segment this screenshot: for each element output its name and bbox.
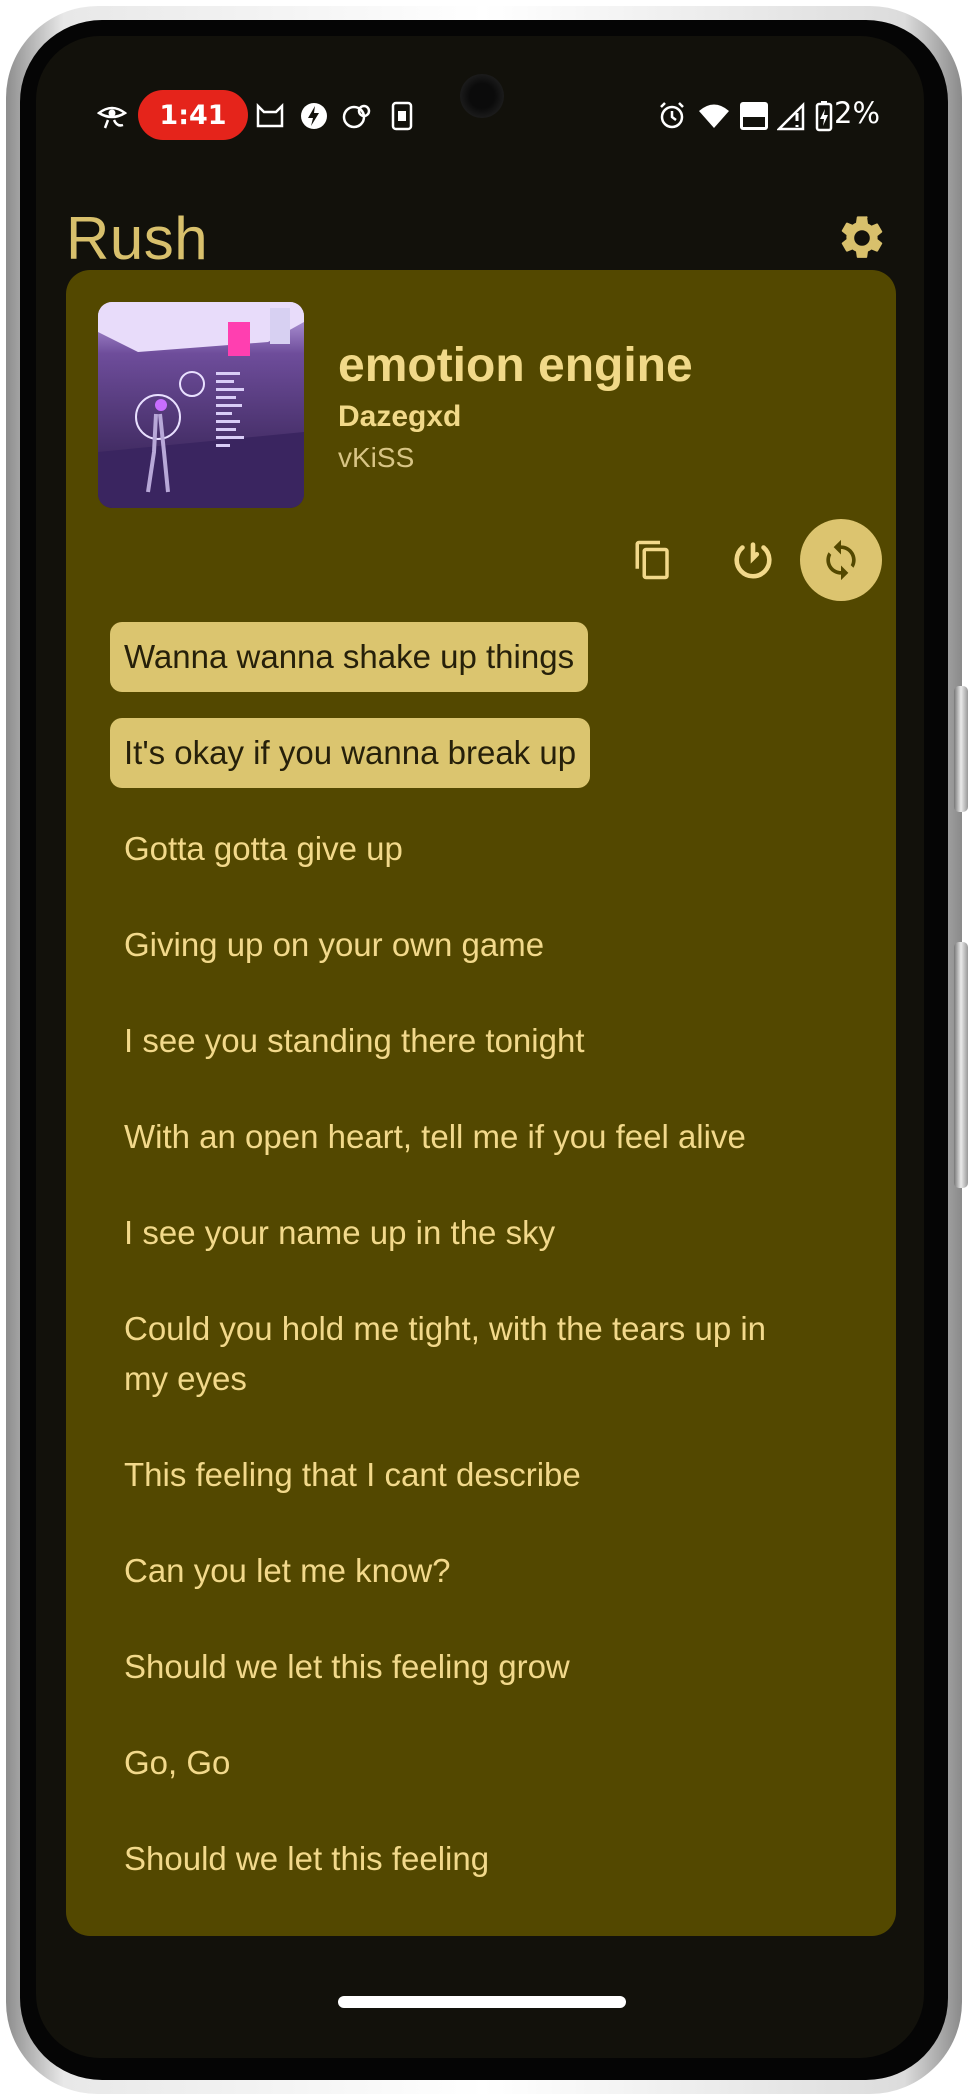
signal-icon	[774, 98, 810, 134]
bolt-icon	[296, 98, 332, 134]
copy-lyrics-button[interactable]	[612, 519, 694, 601]
lyric-line[interactable]: Should we let this feeling	[110, 1824, 503, 1894]
copy-icon	[635, 540, 669, 580]
lyric-line[interactable]: I see you standing there tonight	[110, 1006, 599, 1076]
alarm-icon	[654, 98, 690, 134]
artist-name: Dazegxd	[338, 400, 462, 433]
lyric-line[interactable]: Can you let me know?	[110, 1536, 465, 1606]
screen: 1:41 2% Rush emotion engine Dazegxd vKiS…	[36, 36, 924, 2058]
lyric-line[interactable]: This feeling that I cant describe	[110, 1440, 595, 1510]
eye-of-horus-icon	[94, 98, 130, 134]
lyric-line[interactable]: Wanna wanna shake up things	[110, 622, 589, 692]
lyrics-list: Wanna wanna shake up things It's okay if …	[110, 622, 870, 1920]
settings-button[interactable]	[836, 212, 888, 264]
volume-button	[954, 942, 968, 1188]
volte-icon	[736, 98, 772, 134]
status-bar: 1:41 2%	[36, 90, 924, 142]
battery-percent: 2%	[834, 96, 881, 130]
timer-icon	[734, 542, 772, 579]
lyric-line[interactable]: With an open heart, tell me if you feel …	[110, 1102, 760, 1172]
lyric-line[interactable]: Should we let this feeling grow	[110, 1632, 584, 1702]
lyric-line[interactable]: It's okay if you wanna break up	[110, 718, 591, 788]
song-title: emotion engine	[338, 339, 693, 392]
refresh-icon	[826, 539, 856, 581]
lyric-line[interactable]: Giving up on your own game	[110, 910, 558, 980]
gear-icon	[841, 216, 883, 258]
sync-timer-button[interactable]	[712, 519, 794, 601]
wifi-icon	[696, 98, 732, 134]
power-button	[954, 686, 968, 812]
refresh-lyrics-button[interactable]	[800, 519, 882, 601]
steam-icon	[340, 98, 376, 134]
album-name: vKiSS	[338, 442, 415, 473]
app-title: Rush	[66, 205, 209, 272]
lyric-line[interactable]: I see your name up in the sky	[110, 1198, 569, 1268]
sim-card-icon	[384, 98, 420, 134]
now-playing-card: emotion engine Dazegxd vKiSS Wanna wanna…	[66, 270, 896, 1936]
gesture-nav-handle[interactable]	[338, 1996, 626, 2008]
status-time: 1:41	[138, 90, 248, 140]
album-art	[98, 302, 304, 508]
lyric-line[interactable]: Could you hold me tight, with the tears …	[110, 1294, 810, 1414]
lyric-line[interactable]: Go, Go	[110, 1728, 244, 1798]
lyric-line[interactable]: Gotta gotta give up	[110, 814, 417, 884]
cat-icon	[252, 98, 288, 134]
